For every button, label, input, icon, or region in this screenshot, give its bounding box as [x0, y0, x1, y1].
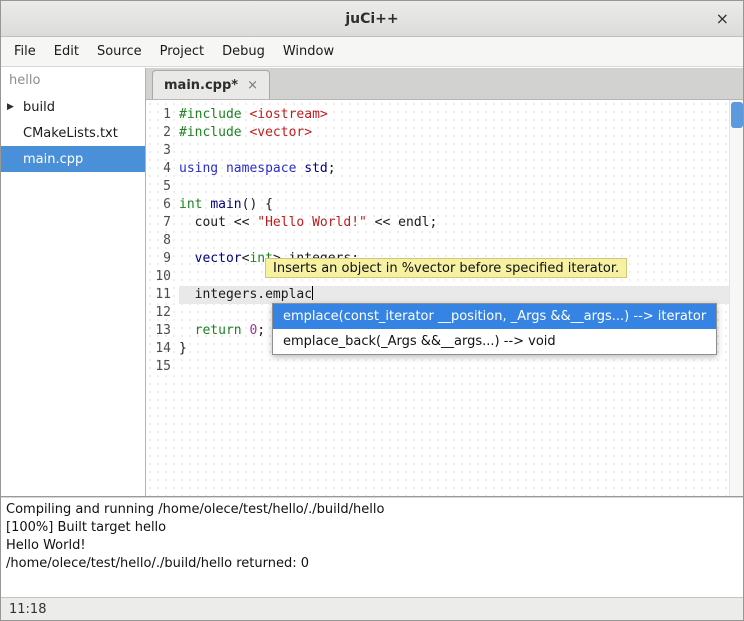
- close-icon[interactable]: ×: [716, 11, 729, 27]
- code-token: using: [179, 161, 218, 176]
- project-root-label[interactable]: hello: [1, 68, 145, 94]
- terminal-line: Compiling and running /home/olece/test/h…: [6, 501, 738, 519]
- code-line-11[interactable]: 11 integers.emplac: [146, 286, 729, 304]
- statusbar: 11:18: [1, 597, 743, 620]
- code-token: << endl;: [367, 215, 437, 230]
- menu-item-debug[interactable]: Debug: [213, 39, 274, 64]
- expander-icon[interactable]: ▶: [7, 102, 23, 112]
- code-text: cout << "Hello World!" << endl;: [179, 214, 729, 232]
- tabbar: main.cpp* ×: [146, 68, 743, 100]
- tree-item-main-cpp[interactable]: main.cpp: [1, 146, 145, 172]
- tree-item-cmakelists-txt[interactable]: CMakeLists.txt: [1, 120, 145, 146]
- code-token: () {: [242, 197, 273, 212]
- line-number: 1: [146, 106, 179, 124]
- window-title: juCi++: [345, 11, 398, 27]
- app-window: juCi++ × FileEditSourceProjectDebugWindo…: [0, 0, 744, 621]
- code-text: [179, 178, 729, 196]
- completion-item[interactable]: emplace(const_iterator __position, _Args…: [273, 304, 716, 329]
- code-line-5[interactable]: 5: [146, 178, 729, 196]
- menu-item-project[interactable]: Project: [151, 39, 213, 64]
- line-number: 7: [146, 214, 179, 232]
- tab-main-cpp[interactable]: main.cpp* ×: [152, 70, 270, 99]
- line-number: 3: [146, 142, 179, 160]
- code-token: <iostream>: [249, 107, 327, 122]
- tree-item-label: main.cpp: [23, 152, 83, 167]
- code-token: <vector>: [249, 125, 312, 140]
- code-token: ;: [328, 161, 336, 176]
- code-token: int: [179, 197, 202, 212]
- line-number: 2: [146, 124, 179, 142]
- line-number: 13: [146, 322, 179, 340]
- menu-item-edit[interactable]: Edit: [45, 39, 88, 64]
- titlebar: juCi++ ×: [1, 1, 743, 37]
- code-text: #include <iostream>: [179, 106, 729, 124]
- text-cursor: [312, 286, 313, 300]
- line-number: 4: [146, 160, 179, 178]
- menu-item-file[interactable]: File: [5, 39, 45, 64]
- code-text: [179, 142, 729, 160]
- file-tree: ▶build CMakeLists.txt main.cpp: [1, 94, 145, 172]
- code-token: vector: [195, 251, 242, 266]
- code-token: ;: [257, 323, 265, 338]
- menubar: FileEditSourceProjectDebugWindow: [1, 37, 743, 67]
- code-text: integers.emplac: [179, 286, 729, 304]
- terminal-line: [100%] Built target hello: [6, 519, 738, 537]
- code-editor[interactable]: 1#include <iostream>2#include <vector>34…: [146, 100, 743, 496]
- code-line-7[interactable]: 7 cout << "Hello World!" << endl;: [146, 214, 729, 232]
- editor-column: main.cpp* × 1#include <iostream>2#includ…: [146, 68, 743, 496]
- menu-item-window[interactable]: Window: [274, 39, 343, 64]
- line-number: 10: [146, 268, 179, 286]
- terminal-output[interactable]: Compiling and running /home/olece/test/h…: [1, 497, 743, 597]
- code-line-1[interactable]: 1#include <iostream>: [146, 106, 729, 124]
- line-number: 14: [146, 340, 179, 358]
- cursor-position: 11:18: [9, 602, 46, 617]
- line-number: 9: [146, 250, 179, 268]
- code-line-4[interactable]: 4using namespace std;: [146, 160, 729, 178]
- code-token: [218, 161, 226, 176]
- code-token: #include: [179, 125, 242, 140]
- line-number: 12: [146, 304, 179, 322]
- line-number: 6: [146, 196, 179, 214]
- line-number: 11: [146, 286, 179, 304]
- line-number: 8: [146, 232, 179, 250]
- code-line-2[interactable]: 2#include <vector>: [146, 124, 729, 142]
- code-token: return: [195, 323, 242, 338]
- code-token: }: [179, 341, 187, 356]
- code-token: namespace: [226, 161, 296, 176]
- code-token: cout <<: [179, 215, 257, 230]
- code-line-8[interactable]: 8: [146, 232, 729, 250]
- terminal-line: Hello World!: [6, 537, 738, 555]
- code-token: [179, 251, 195, 266]
- code-text: [179, 358, 729, 376]
- tab-close-icon[interactable]: ×: [247, 78, 258, 93]
- code-text: using namespace std;: [179, 160, 729, 178]
- code-token: std: [304, 161, 327, 176]
- editor-scrollbar[interactable]: [729, 100, 743, 496]
- code-line-6[interactable]: 6int main() {: [146, 196, 729, 214]
- completion-doc-tooltip: Inserts an object in %vector before spec…: [265, 258, 627, 278]
- tree-item-label: CMakeLists.txt: [23, 126, 118, 141]
- code-text: [179, 232, 729, 250]
- code-line-15[interactable]: 15: [146, 358, 729, 376]
- line-number: 15: [146, 358, 179, 376]
- terminal-line: /home/olece/test/hello/./build/hello ret…: [6, 555, 738, 573]
- code-token: main: [210, 197, 241, 212]
- code-token: integers.emplac: [179, 287, 312, 302]
- editor-scrollbar-thumb[interactable]: [731, 102, 743, 128]
- main-area: hello ▶build CMakeLists.txt main.cpp main.…: [1, 68, 743, 497]
- code-token: "Hello World!": [257, 215, 367, 230]
- file-browser-sidebar: hello ▶build CMakeLists.txt main.cpp: [1, 68, 146, 496]
- code-token: [179, 323, 195, 338]
- code-line-3[interactable]: 3: [146, 142, 729, 160]
- code-token: #include: [179, 107, 242, 122]
- tree-item-label: build: [23, 100, 55, 115]
- menu-item-source[interactable]: Source: [88, 39, 151, 64]
- code-text: #include <vector>: [179, 124, 729, 142]
- code-text: int main() {: [179, 196, 729, 214]
- tab-label: main.cpp*: [164, 78, 238, 93]
- completion-popup: emplace(const_iterator __position, _Args…: [272, 303, 717, 355]
- completion-item[interactable]: emplace_back(_Args &&__args...) --> void: [273, 329, 716, 354]
- tree-item-build[interactable]: ▶build: [1, 94, 145, 120]
- line-number: 5: [146, 178, 179, 196]
